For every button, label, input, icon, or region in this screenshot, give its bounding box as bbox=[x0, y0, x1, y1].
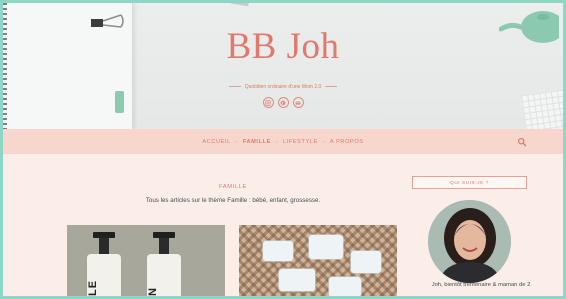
pinterest-icon[interactable] bbox=[277, 97, 289, 108]
category-title: FAMILLE bbox=[218, 184, 248, 190]
category-description: Tous les articles sur le thème Famille :… bbox=[145, 197, 321, 204]
nav-separator: • bbox=[235, 139, 238, 144]
post-image-bottles[interactable]: LE N bbox=[67, 225, 225, 296]
nav-item-accueil[interactable]: ACCUEIL bbox=[202, 139, 230, 145]
diaper-item bbox=[263, 241, 293, 261]
post-image-basket[interactable] bbox=[239, 225, 397, 296]
instagram-icon[interactable] bbox=[262, 97, 274, 108]
screenshot-frame: BB Joh Quotidien ordinaire d'une Mom 2.0… bbox=[0, 0, 566, 299]
author-bio: Joh, bientôt trentenaire & maman de 2 bbox=[431, 282, 531, 288]
nav-separator: • bbox=[322, 139, 325, 144]
site-header: BB Joh Quotidien ordinaire d'une Mom 2.0 bbox=[3, 3, 563, 129]
diaper-item bbox=[351, 251, 381, 273]
bottle-label: N bbox=[147, 287, 159, 296]
tagline-text: Quotidien ordinaire d'une Mom 2.0 bbox=[244, 84, 322, 90]
nav-item-a-propos[interactable]: A PROPOS bbox=[330, 139, 364, 145]
nav-menu: ACCUEIL • FAMILLE • LIFESTYLE • A PROPOS bbox=[3, 129, 563, 154]
social-links bbox=[3, 97, 563, 108]
site-tagline: Quotidien ordinaire d'une Mom 2.0 bbox=[3, 84, 563, 90]
bottle-right: N bbox=[147, 232, 181, 296]
main-nav: ACCUEIL • FAMILLE • LIFESTYLE • A PROPOS bbox=[3, 129, 563, 154]
bottle-neck bbox=[159, 238, 169, 254]
tagline-divider-right bbox=[325, 86, 338, 88]
diaper-item bbox=[279, 269, 315, 291]
main-content: FAMILLE Tous les articles sur le thème F… bbox=[3, 154, 563, 296]
bottle-neck bbox=[99, 238, 109, 254]
bottle-left: LE bbox=[87, 232, 121, 296]
nav-item-lifestyle[interactable]: LIFESTYLE bbox=[283, 139, 318, 145]
nav-separator: • bbox=[275, 139, 278, 144]
pen-decoration bbox=[208, 3, 250, 7]
grid-paper-decoration bbox=[521, 87, 563, 129]
bottle-label: LE bbox=[87, 279, 99, 296]
site-title[interactable]: BB Joh bbox=[3, 25, 563, 68]
diaper-item bbox=[309, 235, 343, 259]
email-icon[interactable] bbox=[292, 97, 304, 108]
search-icon[interactable] bbox=[517, 137, 527, 147]
author-avatar bbox=[428, 200, 511, 283]
nav-item-famille[interactable]: FAMILLE bbox=[243, 139, 271, 145]
diaper-item bbox=[329, 277, 361, 296]
sidebar-widget-title: QUI SUIS-JE ? bbox=[412, 176, 527, 189]
tagline-divider-left bbox=[228, 86, 241, 88]
